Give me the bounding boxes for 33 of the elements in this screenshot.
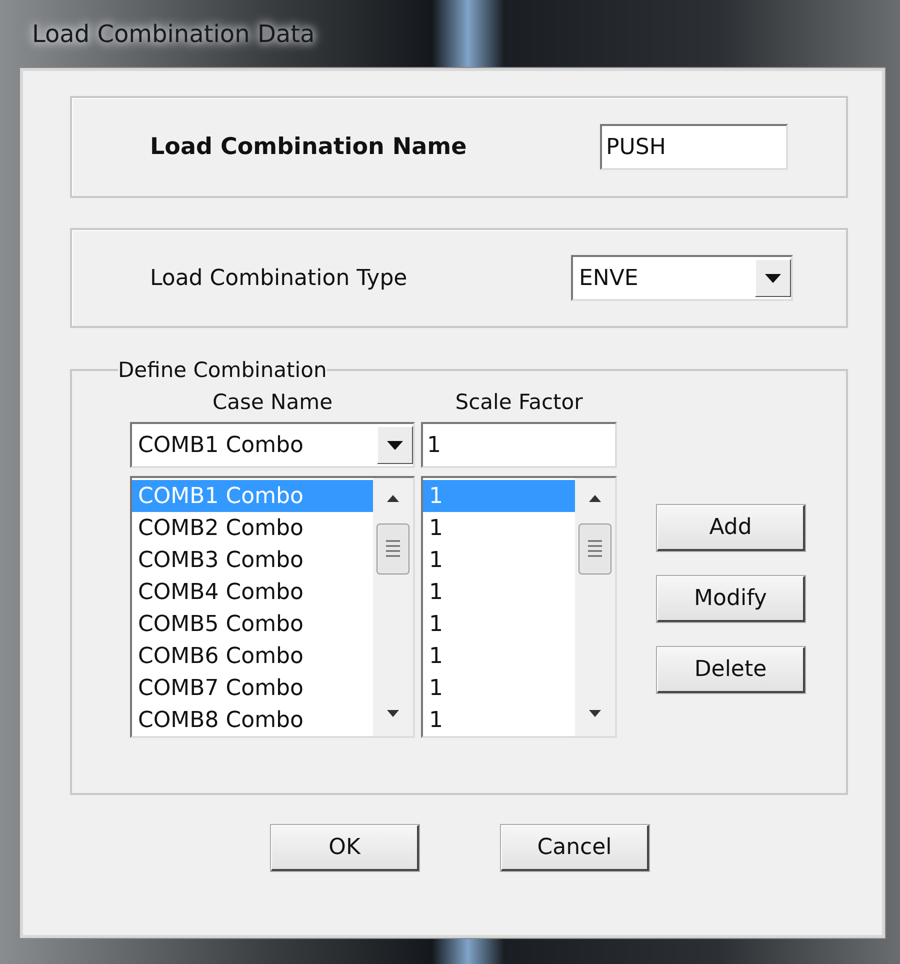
- list-item[interactable]: 1: [423, 544, 575, 576]
- name-label: Load Combination Name: [150, 134, 467, 160]
- group-title: Define Combination: [118, 358, 327, 382]
- list-item[interactable]: 1: [423, 512, 575, 544]
- list-item[interactable]: COMB8 Combo: [132, 704, 373, 736]
- action-button[interactable]: Add: [657, 505, 805, 551]
- list-item[interactable]: 1: [423, 608, 575, 640]
- caret-icon: [765, 274, 781, 282]
- list-item[interactable]: COMB6 Combo: [132, 640, 373, 672]
- name-field[interactable]: PUSH: [600, 124, 788, 170]
- action-button[interactable]: Modify: [657, 576, 805, 622]
- type-label: Load Combination Type: [150, 266, 408, 290]
- list-item[interactable]: 1: [423, 576, 575, 608]
- scrollbar[interactable]: [373, 478, 413, 736]
- list-item[interactable]: 1: [423, 672, 575, 704]
- scrollbar[interactable]: [575, 478, 615, 736]
- list-item[interactable]: COMB4 Combo: [132, 576, 373, 608]
- list-item[interactable]: COMB7 Combo: [132, 672, 373, 704]
- column-header: Scale Factor: [455, 390, 583, 414]
- list-item[interactable]: COMB3 Combo: [132, 544, 373, 576]
- case-dropdown[interactable]: COMB1 Combo: [130, 422, 415, 468]
- list-item[interactable]: 1: [423, 640, 575, 672]
- dialog-button[interactable]: Cancel: [501, 825, 649, 871]
- column-header: Case Name: [212, 390, 333, 414]
- window-title: Load Combination Data: [32, 20, 315, 48]
- caret-icon: [387, 440, 403, 450]
- list-item[interactable]: COMB5 Combo: [132, 608, 373, 640]
- list-item[interactable]: 1: [423, 704, 575, 736]
- type-dropdown[interactable]: ENVE: [571, 255, 793, 301]
- scale-field[interactable]: 1: [421, 422, 617, 468]
- action-button[interactable]: Delete: [657, 647, 805, 693]
- dialog-button[interactable]: OK: [271, 825, 419, 871]
- list-item[interactable]: COMB2 Combo: [132, 512, 373, 544]
